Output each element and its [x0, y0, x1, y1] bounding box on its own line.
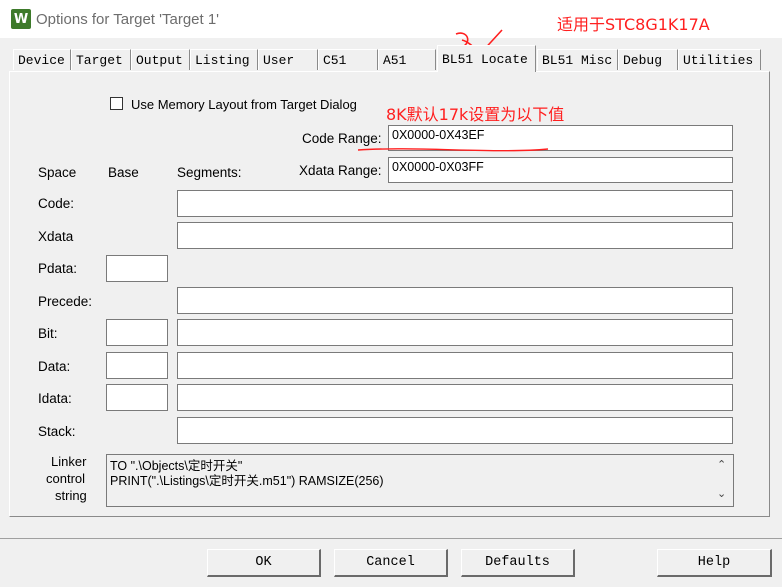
linker-control-string[interactable]: TO ".\Objects\定时开关" PRINT(".\Listings\定时… — [106, 454, 734, 507]
use-memory-layout-checkbox[interactable] — [110, 97, 123, 110]
cancel-button[interactable]: Cancel — [334, 549, 448, 577]
scroll-up-icon[interactable]: ⌃ — [717, 458, 726, 471]
tab-listing[interactable]: Listing — [190, 49, 258, 70]
annotation-target-chip: 适用于STC8G1K17A — [557, 15, 710, 34]
data-label: Data: — [38, 359, 71, 374]
ok-button[interactable]: OK — [207, 549, 321, 577]
precede-label: Precede: — [38, 294, 93, 309]
tab-output[interactable]: Output — [131, 49, 190, 70]
xdata-range-label: Xdata Range: — [299, 163, 382, 178]
tab-debug[interactable]: Debug — [618, 49, 678, 70]
bit-segments-input[interactable] — [177, 319, 733, 346]
app-icon: W — [11, 9, 31, 29]
tab-bl51-misc[interactable]: BL51 Misc — [537, 49, 618, 70]
bit-base-input[interactable] — [106, 319, 168, 346]
help-button[interactable]: Help — [657, 549, 772, 577]
precede-segments-input[interactable] — [177, 287, 733, 314]
tab-user[interactable]: User — [258, 49, 318, 70]
annotation-code-range-note: 8K默认17k设置为以下值 — [386, 105, 565, 124]
xdata-label: Xdata — [38, 229, 74, 244]
idata-segments-input[interactable] — [177, 384, 733, 411]
pdata-base-input[interactable] — [106, 255, 168, 282]
dialog-divider — [0, 538, 782, 539]
column-segments-header: Segments: — [177, 165, 242, 180]
xdata-segments-input[interactable] — [177, 222, 733, 249]
column-base-header: Base — [108, 165, 139, 180]
column-space-header: Space — [38, 165, 77, 180]
bit-label: Bit: — [38, 326, 58, 341]
tab-bl51-locate[interactable]: BL51 Locate — [437, 45, 536, 72]
scroll-down-icon[interactable]: ⌄ — [717, 487, 726, 500]
data-segments-input[interactable] — [177, 352, 733, 379]
use-memory-layout-label: Use Memory Layout from Target Dialog — [131, 97, 357, 112]
code-segments-input[interactable] — [177, 190, 733, 217]
tab-device[interactable]: Device — [13, 49, 71, 70]
linker-line-1: TO ".\Objects\定时开关" — [110, 459, 243, 473]
tab-c51[interactable]: C51 — [318, 49, 378, 70]
data-base-input[interactable] — [106, 352, 168, 379]
stack-label: Stack: — [38, 424, 76, 439]
linker-label-line-3: string — [55, 488, 87, 503]
stack-segments-input[interactable] — [177, 417, 733, 444]
idata-label: Idata: — [38, 391, 72, 406]
defaults-button[interactable]: Defaults — [461, 549, 575, 577]
xdata-range-input[interactable]: 0X0000-0X03FF — [388, 157, 733, 183]
tab-target[interactable]: Target — [71, 49, 131, 70]
linker-label-line-2: control — [46, 471, 86, 486]
tab-a51[interactable]: A51 — [378, 49, 436, 70]
tab-utilities[interactable]: Utilities — [678, 49, 761, 70]
linker-line-2: PRINT(".\Listings\定时开关.m51") RAMSIZE(256… — [110, 474, 384, 488]
linker-label-line-1: Linker — [51, 454, 87, 469]
idata-base-input[interactable] — [106, 384, 168, 411]
red-underline-mark — [357, 148, 549, 152]
pdata-label: Pdata: — [38, 261, 78, 276]
window-title: Options for Target 'Target 1' — [36, 11, 220, 28]
code-label: Code: — [38, 196, 75, 211]
